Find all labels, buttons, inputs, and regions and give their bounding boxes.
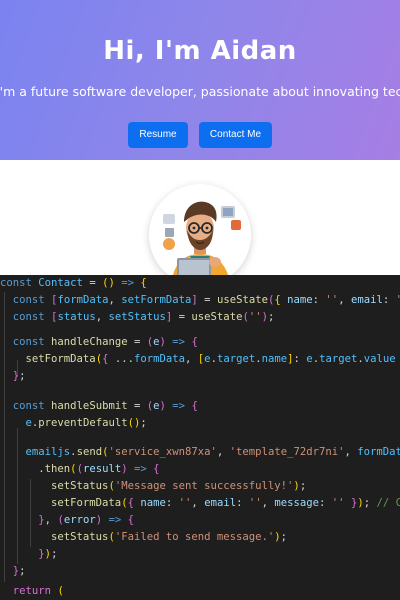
code-line: return ( bbox=[12, 585, 64, 597]
code-token: Contact bbox=[38, 277, 83, 289]
code-line: }); bbox=[38, 548, 58, 560]
code-line: const [status, setStatus] = useState('')… bbox=[12, 311, 275, 323]
code-line: setStatus('Failed to send message.'); bbox=[51, 531, 288, 543]
code-line: const handleSubmit = (e) => { bbox=[12, 400, 198, 412]
code-line: setFormData({ ...formData, [e.target.nam… bbox=[25, 353, 396, 365]
code-line: e.preventDefault(); bbox=[25, 417, 147, 429]
code-line: emailjs.send('service_xwn87xa', 'templat… bbox=[25, 446, 400, 458]
code-line: }, (error) => { bbox=[38, 514, 135, 526]
code-line: const [formData, setFormData] = useState… bbox=[12, 294, 400, 306]
code-line: setFormData({ name: '', email: '', messa… bbox=[51, 497, 400, 509]
code-token: const bbox=[0, 277, 32, 289]
developer-avatar-illustration-icon bbox=[163, 201, 241, 286]
code-line: }; bbox=[12, 370, 26, 382]
code-line: .then((result) => { bbox=[0, 463, 160, 475]
hero-section: Hi, I'm Aidan I'm a future software deve… bbox=[0, 0, 400, 160]
code-line: setStatus('Message sent successfully!'); bbox=[51, 480, 307, 492]
code-snippet: const Contact = () => { const [formData,… bbox=[0, 275, 400, 600]
avatar bbox=[149, 184, 251, 286]
hero-title: Hi, I'm Aidan bbox=[103, 36, 297, 66]
code-line: const handleChange = (e) => { bbox=[12, 336, 198, 348]
code-line: const Contact = () => { bbox=[0, 277, 147, 289]
hero-subtitle: I'm a future software developer, passion… bbox=[0, 84, 400, 99]
resume-button[interactable]: Resume bbox=[128, 122, 188, 148]
contact-me-button[interactable]: Contact Me bbox=[199, 122, 272, 148]
code-line: }; bbox=[12, 565, 26, 577]
